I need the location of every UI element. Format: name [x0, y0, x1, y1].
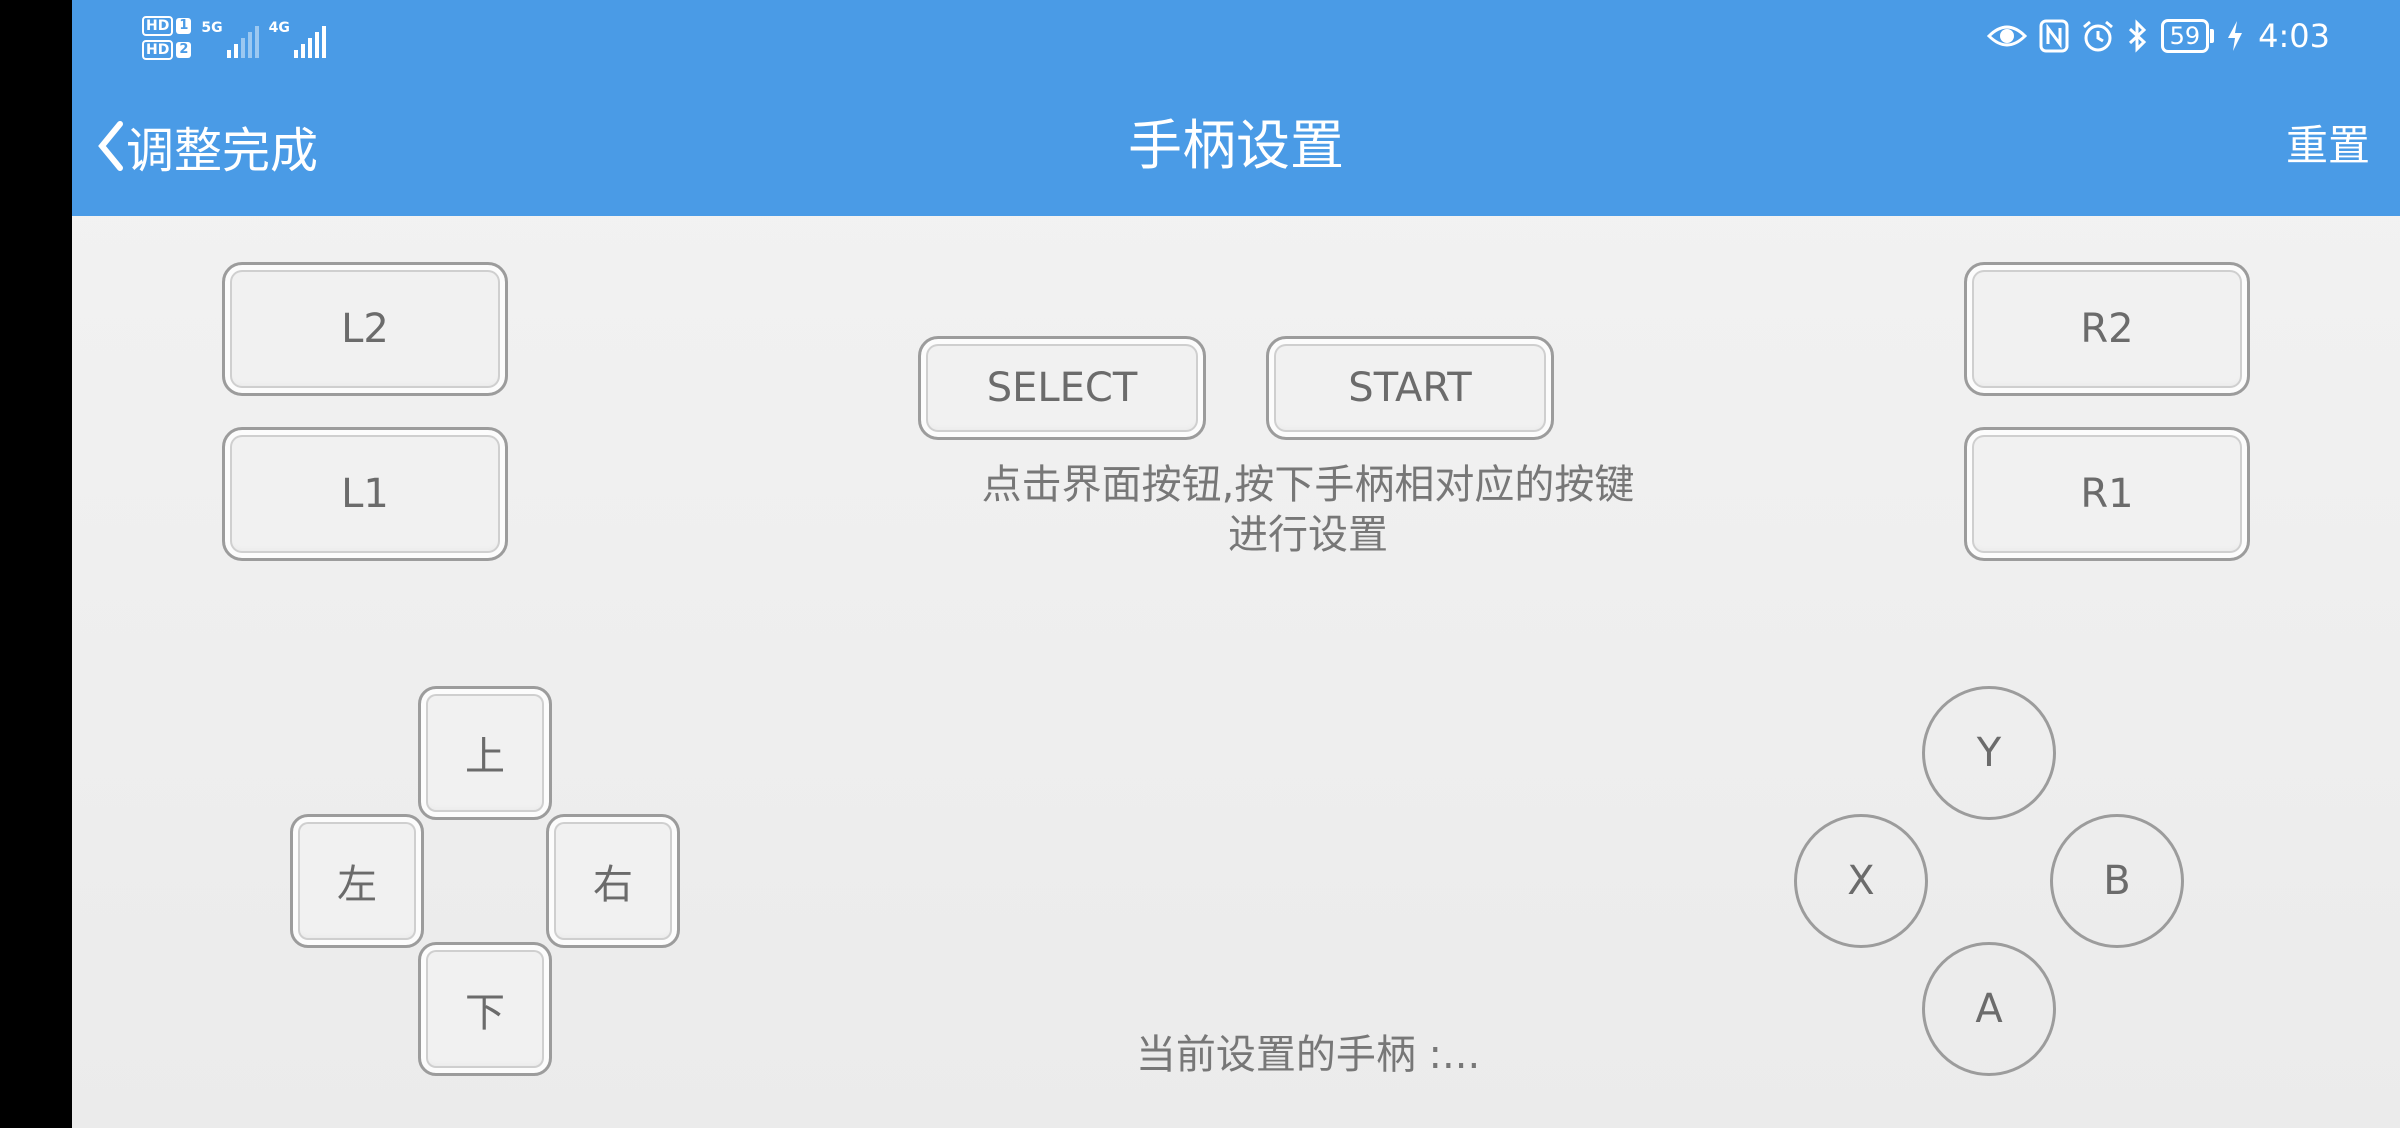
sim1-indicator: HD 1: [142, 16, 192, 36]
status-bar-right: 59 4:03: [1986, 10, 2330, 62]
l2-button[interactable]: L2: [222, 262, 508, 396]
screen-cutout: [0, 0, 72, 1128]
bluetooth-icon: [2128, 19, 2146, 53]
dpad-down-button[interactable]: 下: [418, 942, 552, 1076]
network-type: 4G: [268, 20, 290, 36]
signal-bars-icon: [293, 26, 326, 58]
signal-5g: 5G: [201, 18, 259, 58]
instruction-text: 点击界面按钮,按下手柄相对应的按键 进行设置: [852, 460, 1764, 560]
reset-button[interactable]: 重置: [2286, 108, 2370, 184]
select-button[interactable]: SELECT: [918, 336, 1206, 440]
r1-button[interactable]: R1: [1964, 427, 2250, 561]
signal-bars-icon: [226, 26, 259, 58]
status-time: 4:03: [2258, 17, 2330, 55]
sim-number: 2: [176, 42, 192, 58]
status-bar-left: HD 1 HD 2 5G 4G: [142, 8, 326, 68]
dpad-left-button[interactable]: 左: [290, 814, 424, 948]
sim-number: 1: [176, 18, 192, 34]
dpad-up-button[interactable]: 上: [418, 686, 552, 820]
y-button[interactable]: Y: [1922, 686, 2056, 820]
network-type: 5G: [201, 20, 223, 36]
page-title: 手柄设置: [1128, 114, 1344, 177]
dpad-right-button[interactable]: 右: [546, 814, 680, 948]
gamepad-settings-screen: HD 1 HD 2 5G 4G 59 4:03 调整完成 手柄设置 重置 L2 …: [72, 0, 2400, 1128]
b-button[interactable]: B: [2050, 814, 2184, 948]
a-button[interactable]: A: [1922, 942, 2056, 1076]
battery-icon: 59: [2160, 19, 2215, 53]
hd-badge: HD: [142, 16, 174, 36]
current-controller-label: 当前设置的手柄 :...: [1135, 1032, 1481, 1078]
x-button[interactable]: X: [1794, 814, 1928, 948]
battery-level: 59: [2160, 19, 2210, 53]
r2-button[interactable]: R2: [1964, 262, 2250, 396]
start-button[interactable]: START: [1266, 336, 1554, 440]
alarm-icon: [2082, 20, 2113, 52]
eye-icon: [1986, 25, 2027, 47]
charging-icon: [2228, 21, 2243, 51]
signal-4g: 4G: [269, 18, 326, 58]
l1-button[interactable]: L1: [222, 427, 508, 561]
sim2-indicator: HD 2: [142, 40, 192, 60]
instruction-line-2: 进行设置: [1228, 512, 1388, 558]
sim-indicators: HD 1 HD 2: [142, 16, 192, 60]
app-header: HD 1 HD 2 5G 4G 59 4:03 调整完成 手柄设置 重置: [72, 0, 2400, 216]
nfc-icon: [2039, 19, 2069, 53]
instruction-line-1: 点击界面按钮,按下手柄相对应的按键: [981, 462, 1635, 508]
hd-badge: HD: [142, 40, 174, 60]
